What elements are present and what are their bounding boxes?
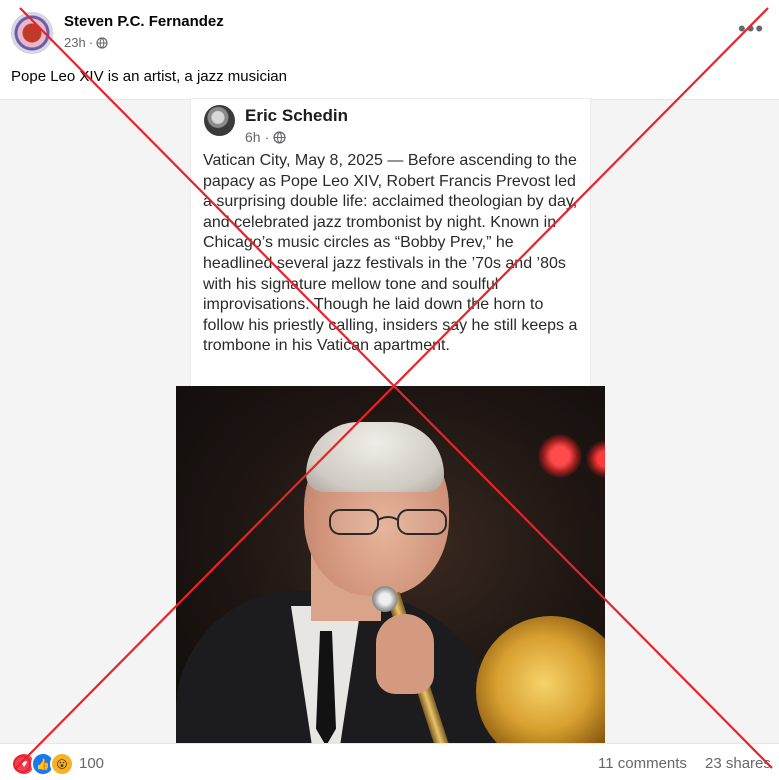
globe-icon <box>273 130 286 144</box>
more-options-button[interactable]: ••• <box>738 18 763 42</box>
trombonist-photo <box>176 386 605 743</box>
hand <box>376 614 434 694</box>
post-timestamp[interactable]: 23h <box>64 35 86 50</box>
hair <box>306 422 444 492</box>
shares-count[interactable]: 23 shares <box>705 755 771 772</box>
more-horizontal-icon: ••• <box>738 16 765 41</box>
shared-post-timestamp: 6h <box>245 129 261 145</box>
post-header: Steven P.C. Fernandez 23h · ••• <box>0 0 779 62</box>
post-footer: ♥ 👍 😮 100 11 comments 23 shares <box>0 744 779 780</box>
shared-post-screenshot: Eric Schedin 6h · Vatican City, May 8, 2… <box>191 99 590 389</box>
comments-count[interactable]: 11 comments <box>598 755 687 772</box>
shared-author-name: Eric Schedin <box>245 106 348 125</box>
trombone-bell <box>476 616 605 743</box>
author-name[interactable]: Steven P.C. Fernandez <box>64 13 224 30</box>
shared-meta-separator: · <box>264 129 270 145</box>
shared-author-avatar <box>204 105 235 136</box>
reaction-icons[interactable]: ♥ 👍 😮 <box>12 752 74 776</box>
trombone-mouthpiece <box>372 586 398 612</box>
globe-icon[interactable] <box>96 36 108 49</box>
meta-separator: · <box>88 35 94 50</box>
shared-post-meta: 6h · <box>245 129 286 145</box>
stage-light <box>538 434 582 478</box>
author-avatar[interactable] <box>11 12 53 54</box>
post-caption: Pope Leo XIV is an artist, a jazz musici… <box>11 68 287 85</box>
wow-reaction-icon: 😮 <box>50 752 74 776</box>
stage-light <box>586 440 605 478</box>
reaction-count[interactable]: 100 <box>79 755 104 772</box>
glasses <box>329 509 447 535</box>
shared-post-text: Vatican City, May 8, 2025 — Before ascen… <box>203 152 578 355</box>
post-meta: 23h · <box>64 35 108 50</box>
